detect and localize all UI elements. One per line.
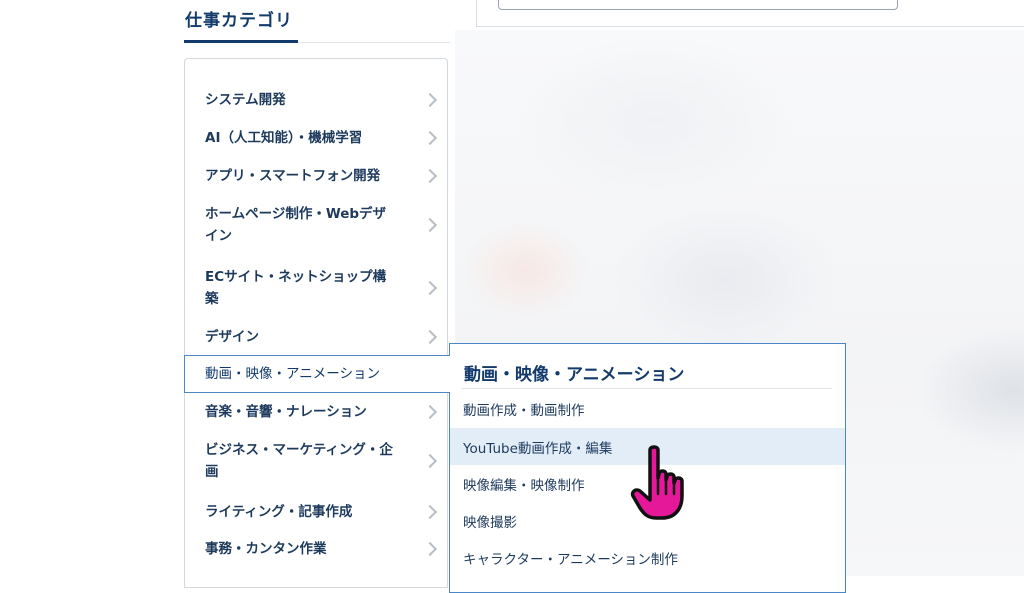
category-item-music-audio[interactable]: 音楽・音響・ナレーション (185, 393, 447, 431)
chevron-right-icon (422, 504, 438, 520)
subcategory-item-character-animation[interactable]: キャラクター・アニメーション制作 (450, 539, 845, 576)
category-label: 動画・映像・アニメーション (205, 366, 380, 382)
chevron-right-icon (422, 168, 438, 184)
category-item-system-dev[interactable]: システム開発 (185, 81, 447, 119)
submenu-title: 動画・映像・アニメーション (464, 365, 685, 385)
chevron-right-icon (422, 541, 438, 557)
category-item-writing[interactable]: ライティング・記事作成 (185, 493, 447, 531)
category-label: デザイン (205, 329, 259, 345)
chevron-right-icon (422, 280, 438, 296)
category-item-web-design[interactable]: ホームページ制作・Webデザ イン (185, 195, 447, 255)
chevron-right-icon (422, 329, 438, 345)
title-underline-accent (184, 40, 298, 43)
category-label: AI（人工知能）・機械学習 (205, 130, 363, 146)
category-item-business-marketing[interactable]: ビジネス・マーケティング・企画 (185, 431, 447, 491)
chevron-right-icon (422, 130, 438, 146)
category-label: システム開発 (205, 92, 286, 108)
category-label: ライティング・記事作成 (205, 504, 353, 520)
chevron-right-icon (422, 453, 438, 469)
chevron-right-icon (422, 217, 438, 233)
category-item-ai[interactable]: AI（人工知能）・機械学習 (185, 119, 447, 157)
category-item-ec-site[interactable]: ECサイト・ネットショップ構築 (185, 257, 447, 319)
category-label: ホームページ制作・Webデザ イン (205, 206, 387, 244)
category-label: ECサイト・ネットショップ構築 (205, 269, 387, 307)
subcategory-item-video-production[interactable]: 動画作成・動画制作 (450, 390, 845, 427)
category-item-video-animation[interactable]: 動画・映像・アニメーション (184, 355, 450, 393)
category-label: 音楽・音響・ナレーション (205, 404, 367, 420)
search-input-box[interactable] (498, 0, 898, 10)
section-title: 仕事カテゴリ (185, 11, 293, 31)
category-menu: システム開発 AI（人工知能）・機械学習 アプリ・スマートフォン開発 ホームペー… (184, 58, 450, 588)
submenu-divider (462, 388, 832, 389)
category-label: ビジネス・マーケティング・企画 (205, 442, 393, 480)
category-item-office-tasks[interactable]: 事務・カンタン作業 (185, 530, 447, 568)
chevron-right-icon (422, 92, 438, 108)
category-label: 事務・カンタン作業 (205, 541, 327, 557)
category-item-app-dev[interactable]: アプリ・スマートフォン開発 (185, 157, 447, 195)
category-item-design[interactable]: デザイン (185, 318, 447, 356)
category-label: アプリ・スマートフォン開発 (205, 168, 381, 184)
chevron-right-icon (422, 404, 438, 420)
hand-pointer-icon (630, 445, 684, 520)
